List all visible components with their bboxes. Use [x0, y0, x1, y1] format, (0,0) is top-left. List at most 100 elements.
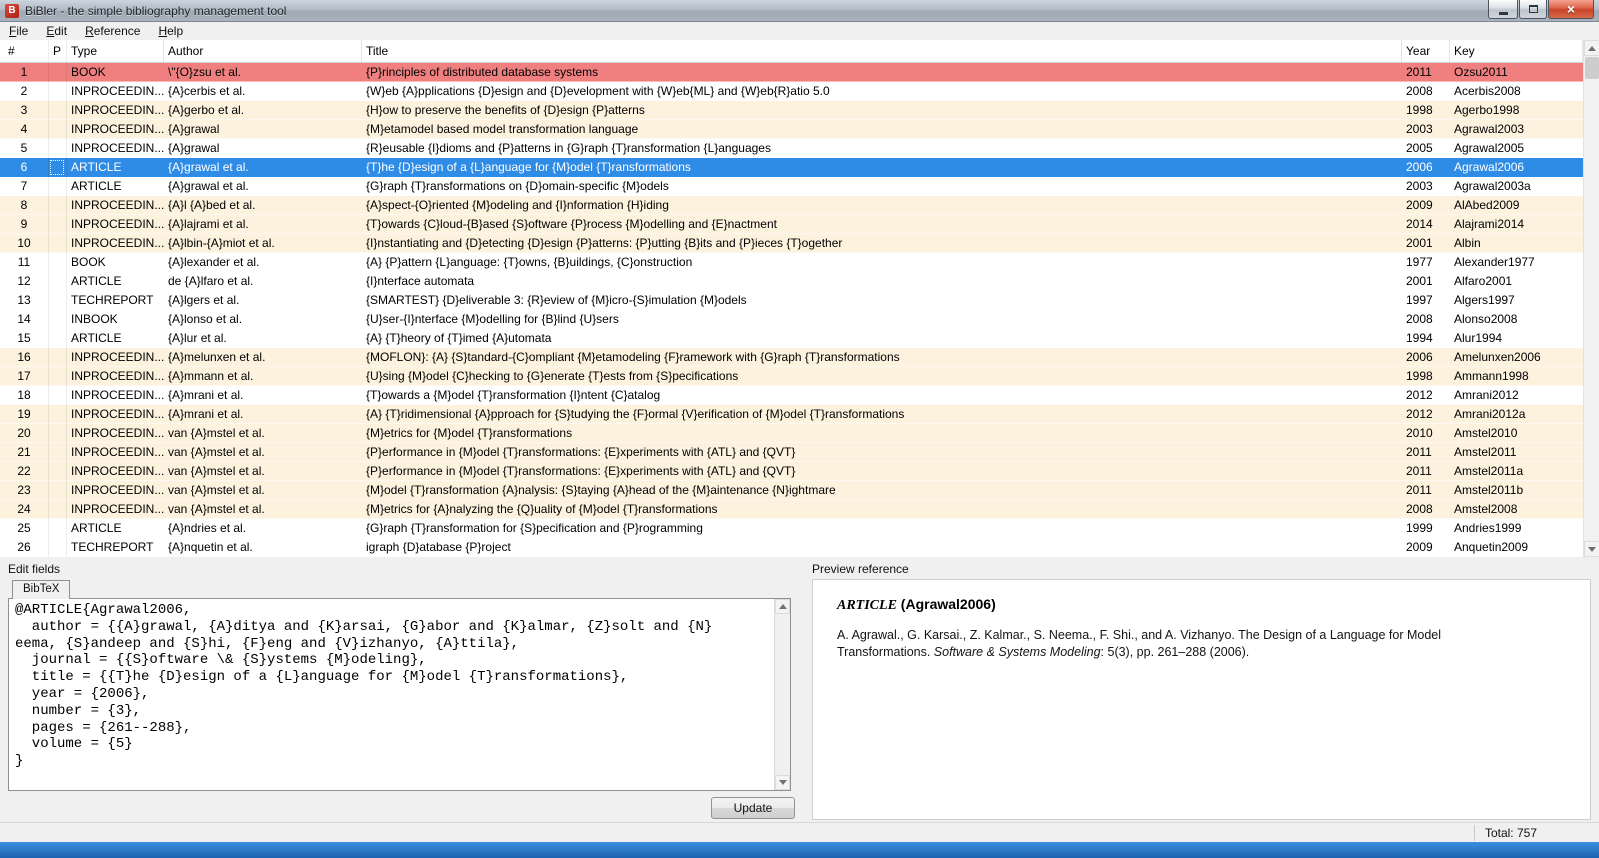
cell-year: 2008 — [1406, 84, 1433, 98]
cell-author: {A}grawal et al. — [168, 179, 249, 193]
cell-title: {M}odel {T}ransformation {A}nalysis: {S}… — [366, 483, 836, 497]
cell-p — [49, 215, 67, 234]
cell-title: {A}spect-{O}riented {M}odeling and {I}nf… — [366, 198, 669, 212]
column-header-year[interactable]: Year — [1402, 40, 1450, 62]
cell-num: 11 — [0, 253, 49, 272]
app-icon: B — [5, 3, 19, 18]
cell-year: 2012 — [1406, 388, 1433, 402]
status-bar: Total: 757 — [0, 822, 1599, 842]
table-row[interactable]: 25 ARTICLE {A}ndries et al. {G}raph {T}r… — [0, 519, 1583, 538]
table-row[interactable]: 21 INPROCEEDIN... van {A}mstel et al. {P… — [0, 443, 1583, 462]
table-row[interactable]: 10 INPROCEEDIN... {A}lbin-{A}miot et al.… — [0, 234, 1583, 253]
table-row[interactable]: 18 INPROCEEDIN... {A}mrani et al. {T}owa… — [0, 386, 1583, 405]
cell-type: ARTICLE — [71, 274, 122, 288]
cell-key: Alexander1977 — [1454, 255, 1535, 269]
scroll-up-button[interactable] — [1584, 40, 1599, 56]
menu-reference[interactable]: Reference — [76, 22, 149, 40]
table-row[interactable]: 5 INPROCEEDIN... {A}grawal {R}eusable {I… — [0, 139, 1583, 158]
cell-type: INPROCEEDIN... — [71, 483, 164, 497]
cell-year: 2012 — [1406, 407, 1433, 421]
cell-title: {U}sing {M}odel {C}hecking to {G}enerate… — [366, 369, 739, 383]
preview-text-journal: Software & Systems Modeling — [933, 645, 1101, 659]
table-row[interactable]: 9 INPROCEEDIN... {A}lajrami et al. {T}ow… — [0, 215, 1583, 234]
column-header-num[interactable]: # — [0, 40, 49, 62]
cell-p — [49, 234, 67, 253]
minimize-button[interactable] — [1488, 0, 1518, 19]
table-row[interactable]: 26 TECHREPORT {A}nquetin et al. igraph {… — [0, 538, 1583, 557]
cell-p — [49, 139, 67, 158]
table-row[interactable]: 7 ARTICLE {A}grawal et al. {G}raph {T}ra… — [0, 177, 1583, 196]
table-row[interactable]: 6 ARTICLE {A}grawal et al. {T}he {D}esig… — [0, 158, 1583, 177]
cell-num: 3 — [0, 101, 49, 120]
table-row[interactable]: 8 INPROCEEDIN... {A}l {A}bed et al. {A}s… — [0, 196, 1583, 215]
table-row[interactable]: 23 INPROCEEDIN... van {A}mstel et al. {M… — [0, 481, 1583, 500]
cell-type: INBOOK — [71, 312, 118, 326]
cell-year: 2011 — [1406, 445, 1432, 459]
window-controls: × — [1487, 0, 1594, 19]
cell-title: {I}nstantiating and {D}etecting {D}esign… — [366, 236, 843, 250]
bibtex-editor[interactable]: @ARTICLE{Agrawal2006, author = {{A}grawa… — [9, 599, 790, 790]
table-row[interactable]: 3 INPROCEEDIN... {A}gerbo et al. {H}ow t… — [0, 101, 1583, 120]
taskbar — [0, 842, 1599, 858]
column-header-key[interactable]: Key — [1450, 40, 1583, 62]
bibtex-editor-wrap: @ARTICLE{Agrawal2006, author = {{A}grawa… — [8, 598, 791, 791]
table-row[interactable]: 19 INPROCEEDIN... {A}mrani et al. {A} {T… — [0, 405, 1583, 424]
tab-bibtex[interactable]: BibTeX — [12, 580, 71, 599]
editor-scroll-up-button[interactable] — [775, 599, 790, 614]
column-header-type[interactable]: Type — [67, 40, 164, 62]
table-row[interactable]: 11 BOOK {A}lexander et al. {A} {P}attern… — [0, 253, 1583, 272]
cell-author: van {A}mstel et al. — [168, 426, 265, 440]
cell-key: Amstel2011a — [1454, 464, 1524, 478]
cell-p — [49, 196, 67, 215]
menu-file[interactable]: File — [0, 22, 37, 40]
cell-title: {M}etamodel based model transformation l… — [366, 122, 639, 136]
cell-year: 2011 — [1406, 464, 1432, 478]
table-row[interactable]: 20 INPROCEEDIN... van {A}mstel et al. {M… — [0, 424, 1583, 443]
table-scrollbar[interactable] — [1583, 40, 1599, 557]
update-button[interactable]: Update — [711, 797, 795, 819]
column-header-p[interactable]: P — [49, 40, 67, 62]
cell-author: {A}gerbo et al. — [168, 103, 245, 117]
cell-author: \"{O}zsu et al. — [168, 65, 241, 79]
table-row[interactable]: 12 ARTICLE de {A}lfaro et al. {I}nterfac… — [0, 272, 1583, 291]
menu-edit[interactable]: Edit — [37, 22, 76, 40]
editor-scroll-down-button[interactable] — [775, 775, 790, 790]
editor-scrollbar[interactable] — [774, 599, 790, 790]
cell-num: 1 — [0, 63, 49, 82]
cell-title: {SMARTEST} {D}eliverable 3: {R}eview of … — [366, 293, 747, 307]
cell-year: 2009 — [1406, 198, 1433, 212]
cell-year: 2010 — [1406, 426, 1433, 440]
cell-type: INPROCEEDIN... — [71, 198, 164, 212]
menu-help[interactable]: Help — [149, 22, 192, 40]
cell-author: de {A}lfaro et al. — [168, 274, 254, 288]
column-header-author[interactable]: Author — [164, 40, 362, 62]
reference-table: # P Type Author Title Year Key 1 BOOK \"… — [0, 40, 1583, 557]
cell-p — [49, 443, 67, 462]
cell-key: Albin — [1454, 236, 1481, 250]
title-bar[interactable]: B BiBler - the simple bibliography manag… — [0, 0, 1599, 22]
cell-type: INPROCEEDIN... — [71, 217, 164, 231]
maximize-button[interactable] — [1519, 0, 1547, 19]
table-row[interactable]: 24 INPROCEEDIN... van {A}mstel et al. {M… — [0, 500, 1583, 519]
scroll-down-button[interactable] — [1584, 541, 1599, 557]
table-row[interactable]: 14 INBOOK {A}lonso et al. {U}ser-{I}nter… — [0, 310, 1583, 329]
table-row[interactable]: 22 INPROCEEDIN... van {A}mstel et al. {P… — [0, 462, 1583, 481]
cell-author: {A}melunxen et al. — [168, 350, 266, 364]
table-row[interactable]: 4 INPROCEEDIN... {A}grawal {M}etamodel b… — [0, 120, 1583, 139]
table-row[interactable]: 17 INPROCEEDIN... {A}mmann et al. {U}sin… — [0, 367, 1583, 386]
cell-key: Agrawal2003 — [1454, 122, 1525, 136]
scrollbar-thumb[interactable] — [1585, 57, 1599, 79]
cell-author: {A}lonso et al. — [168, 312, 243, 326]
table-row[interactable]: 13 TECHREPORT {A}lgers et al. {SMARTEST}… — [0, 291, 1583, 310]
cell-key: Agrawal2005 — [1454, 141, 1525, 155]
table-row[interactable]: 2 INPROCEEDIN... {A}cerbis et al. {W}eb … — [0, 82, 1583, 101]
cell-title: {MOFLON}: {A} {S}tandard-{C}ompliant {M}… — [366, 350, 900, 364]
table-row[interactable]: 16 INPROCEEDIN... {A}melunxen et al. {MO… — [0, 348, 1583, 367]
column-header-title[interactable]: Title — [362, 40, 1402, 62]
cell-title: {G}raph {T}ransformations on {D}omain-sp… — [366, 179, 669, 193]
close-button[interactable]: × — [1548, 0, 1594, 19]
table-row[interactable]: 1 BOOK \"{O}zsu et al. {P}rinciples of d… — [0, 63, 1583, 82]
cell-num: 23 — [0, 481, 49, 500]
cell-title: {M}etrics for {M}odel {T}ransformations — [366, 426, 573, 440]
table-row[interactable]: 15 ARTICLE {A}lur et al. {A} {T}heory of… — [0, 329, 1583, 348]
